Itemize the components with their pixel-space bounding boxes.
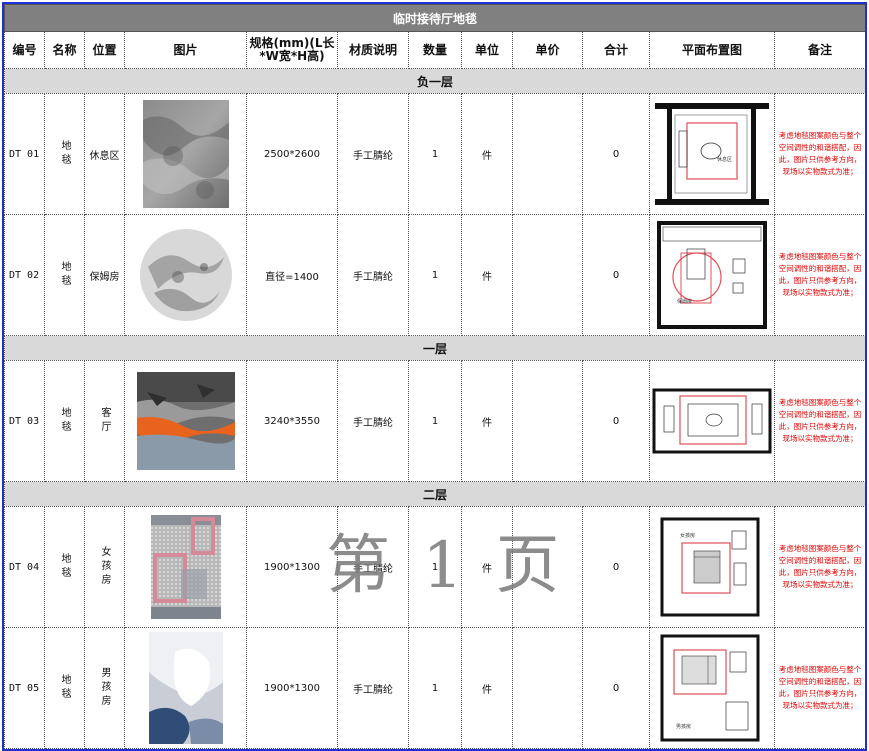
section-floor-2: 二层 [4, 481, 865, 507]
cell-unit: 件 [461, 93, 513, 215]
table-row: DT 04 地毯 女孩房 1900*1300 手工腈纶 1 件 0 女孩房 考虑… [4, 506, 865, 628]
floor-plan-living-room [652, 386, 772, 456]
header-total: 合计 [582, 31, 650, 69]
carpet-image-round [139, 229, 232, 321]
cell-total: 0 [582, 93, 650, 215]
cell-price [512, 506, 583, 628]
cell-code: DT 01 [4, 93, 45, 215]
carpet-table: 临时接待厅地毯 编号 名称 位置 图片 规格(mm)(L长*W宽*H高) 材质说… [4, 4, 865, 749]
cell-remark: 考虑地毯图案颜色与整个空间调性的和谐搭配，因此，图片只供参考方向，现场以实物款式… [773, 506, 865, 628]
cell-material: 手工腈纶 [337, 627, 409, 749]
carpet-image-grey-orange [136, 372, 235, 470]
cell-location: 客厅 [84, 360, 125, 482]
carpet-image-abstract-blue [148, 632, 223, 744]
floor-plan-boys-room: 男孩房 [660, 632, 764, 744]
header-name: 名称 [44, 31, 85, 69]
floor-plan-nanny-room: 保姆房 [653, 219, 771, 331]
cell-material: 手工腈纶 [337, 214, 409, 336]
section-floor-1: 一层 [4, 335, 865, 361]
cell-code: DT 05 [4, 627, 45, 749]
cell-plan: 休息区 [649, 93, 775, 215]
cell-plan: 女孩房 [649, 506, 775, 628]
header-plan: 平面布置图 [649, 31, 775, 69]
cell-qty: 1 [408, 360, 462, 482]
cell-name: 地毯 [44, 627, 85, 749]
cell-name: 地毯 [44, 360, 85, 482]
sheet-title: 临时接待厅地毯 [4, 4, 865, 32]
cell-qty: 1 [408, 627, 462, 749]
header-material: 材质说明 [337, 31, 409, 69]
cell-qty: 1 [408, 506, 462, 628]
cell-price [512, 360, 583, 482]
header-spec: 规格(mm)(L长*W宽*H高) [246, 31, 338, 69]
cell-total: 0 [582, 360, 650, 482]
table-row: DT 01 地毯 休息区 2500*2600 手工腈纶 1 件 0 休息区 考虑… [4, 93, 865, 215]
cell-plan: 保姆房 [649, 214, 775, 336]
cell-price [512, 93, 583, 215]
cell-location: 保姆房 [84, 214, 125, 336]
table-row: DT 03 地毯 客厅 3240*3550 手工腈纶 1 件 0 考虑地毯图案颜… [4, 360, 865, 482]
cell-name: 地毯 [44, 93, 85, 215]
cell-picture [124, 506, 247, 628]
table-row: DT 05 地毯 男孩房 1900*1300 手工腈纶 1 件 0 男孩房 考虑… [4, 627, 865, 749]
cell-unit: 件 [461, 360, 513, 482]
cell-unit: 件 [461, 627, 513, 749]
header-remark: 备注 [773, 31, 865, 69]
cell-spec: 1900*1300 [246, 506, 338, 628]
cell-total: 0 [582, 627, 650, 749]
cell-qty: 1 [408, 93, 462, 215]
cell-remark: 考虑地毯图案颜色与整个空间调性的和谐搭配，因此，图片只供参考方向，现场以实物款式… [773, 214, 865, 336]
header-qty: 数量 [408, 31, 462, 69]
cell-unit: 件 [461, 214, 513, 336]
cell-plan: 男孩房 [649, 627, 775, 749]
spreadsheet-sheet: 临时接待厅地毯 编号 名称 位置 图片 规格(mm)(L长*W宽*H高) 材质说… [2, 2, 867, 751]
cell-location: 休息区 [84, 93, 125, 215]
floor-plan-girls-room: 女孩房 [660, 515, 764, 619]
cell-location: 男孩房 [84, 627, 125, 749]
cell-plan [649, 360, 775, 482]
cell-picture [124, 93, 247, 215]
cell-material: 手工腈纶 [337, 360, 409, 482]
cell-spec: 2500*2600 [246, 93, 338, 215]
cell-remark: 考虑地毯图案颜色与整个空间调性的和谐搭配，因此，图片只供参考方向，现场以实物款式… [773, 93, 865, 215]
header-location: 位置 [84, 31, 125, 69]
cell-code: DT 02 [4, 214, 45, 336]
cell-picture [124, 214, 247, 336]
header-code: 编号 [4, 31, 45, 69]
cell-name: 地毯 [44, 506, 85, 628]
cell-qty: 1 [408, 214, 462, 336]
carpet-image-grey-marble [142, 100, 229, 208]
plan-room-label: 男孩房 [676, 723, 691, 730]
cell-material: 手工腈纶 [337, 506, 409, 628]
plan-room-label: 女孩房 [680, 532, 695, 539]
cell-spec: 1900*1300 [246, 627, 338, 749]
floor-plan-rest-area: 休息区 [653, 101, 771, 207]
header-price: 单价 [512, 31, 583, 69]
cell-price [512, 627, 583, 749]
cell-name: 地毯 [44, 214, 85, 336]
table-row: DT 02 地毯 保姆房 直径=1400 手工腈纶 1 件 0 保姆房 考虑地毯… [4, 214, 865, 336]
cell-spec: 直径=1400 [246, 214, 338, 336]
plan-room-label: 保姆房 [677, 298, 692, 305]
section-basement: 负一层 [4, 68, 865, 94]
cell-remark: 考虑地毯图案颜色与整个空间调性的和谐搭配，因此，图片只供参考方向，现场以实物款式… [773, 360, 865, 482]
cell-location: 女孩房 [84, 506, 125, 628]
cell-total: 0 [582, 506, 650, 628]
cell-unit: 件 [461, 506, 513, 628]
cell-code: DT 04 [4, 506, 45, 628]
cell-code: DT 03 [4, 360, 45, 482]
plan-room-label: 休息区 [717, 156, 732, 163]
cell-price [512, 214, 583, 336]
cell-spec: 3240*3550 [246, 360, 338, 482]
cell-remark: 考虑地毯图案颜色与整个空间调性的和谐搭配，因此，图片只供参考方向，现场以实物款式… [773, 627, 865, 749]
cell-material: 手工腈纶 [337, 93, 409, 215]
carpet-image-geometric-pink [150, 515, 221, 619]
header-unit: 单位 [461, 31, 513, 69]
header-picture: 图片 [124, 31, 247, 69]
cell-picture [124, 360, 247, 482]
cell-picture [124, 627, 247, 749]
cell-total: 0 [582, 214, 650, 336]
